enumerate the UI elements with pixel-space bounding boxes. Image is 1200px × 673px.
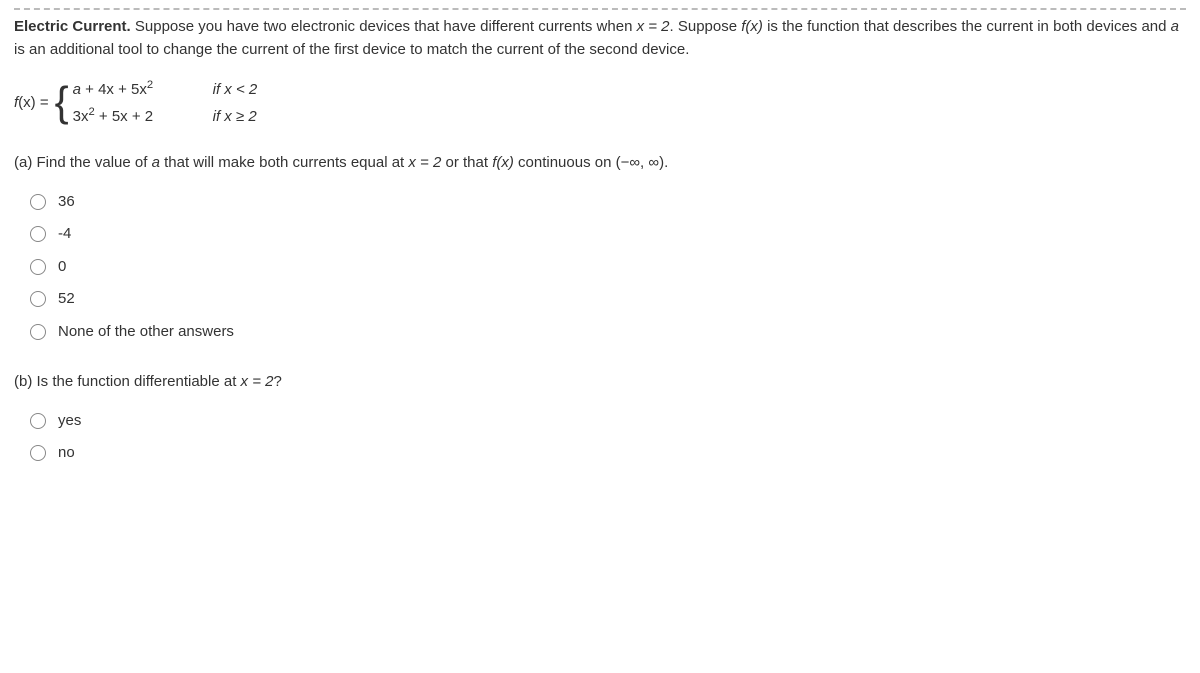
- radio-icon[interactable]: [30, 445, 46, 461]
- part-a-tail: continuous on (−∞, ∞).: [514, 154, 668, 171]
- case-1: a + 4x + 5x2 if x < 2: [73, 79, 258, 102]
- case-2-expr: 3x2 + 5x + 2: [73, 106, 213, 129]
- intro-text-2: . Suppose: [670, 18, 742, 35]
- option-a-1-label: -4: [58, 223, 71, 246]
- radio-icon[interactable]: [30, 226, 46, 242]
- radio-icon[interactable]: [30, 259, 46, 275]
- problem-container: Electric Current. Suppose you have two e…: [14, 8, 1186, 465]
- part-a-label: (a) Find the value of: [14, 154, 152, 171]
- part-a-a: a: [152, 154, 160, 171]
- radio-icon[interactable]: [30, 194, 46, 210]
- piecewise-function: f(x) = { a + 4x + 5x2 if x < 2 3x2 + 5x …: [14, 79, 1186, 128]
- part-b-xeq: x = 2: [241, 373, 274, 390]
- option-b-0[interactable]: yes: [30, 410, 1186, 433]
- option-a-4-label: None of the other answers: [58, 321, 234, 344]
- case-2-rest: + 5x + 2: [95, 108, 153, 125]
- case-1-exp: 2: [147, 79, 153, 91]
- radio-icon[interactable]: [30, 291, 46, 307]
- part-a-mid1: that will make both currents equal at: [160, 154, 408, 171]
- piecewise-x-eq: (x) =: [18, 94, 48, 111]
- brace-icon: {: [55, 85, 69, 119]
- part-a-xeq: x = 2: [408, 154, 441, 171]
- case-2-cond: if x ≥ 2: [213, 106, 257, 129]
- case-2-cond-op: ≥ 2: [232, 108, 257, 125]
- radio-icon[interactable]: [30, 324, 46, 340]
- intro-fx: f(x): [741, 18, 763, 35]
- part-b-options: yes no: [30, 410, 1186, 465]
- case-2-cond-pre: if x: [213, 108, 232, 125]
- option-b-0-label: yes: [58, 410, 81, 433]
- option-b-1[interactable]: no: [30, 442, 1186, 465]
- part-a-mid2: or that: [441, 154, 492, 171]
- intro-x-eq: x = 2: [637, 18, 670, 35]
- intro-text-1: Suppose you have two electronic devices …: [131, 18, 637, 35]
- part-b-question: (b) Is the function differentiable at x …: [14, 371, 1186, 394]
- option-a-2[interactable]: 0: [30, 256, 1186, 279]
- piecewise-lhs: f(x) =: [14, 92, 49, 115]
- intro-text-4: is an additional tool to change the curr…: [14, 41, 689, 58]
- case-1-rest: + 4x + 5x: [81, 81, 147, 98]
- option-a-0-label: 36: [58, 191, 75, 214]
- option-b-1-label: no: [58, 442, 75, 465]
- intro-text-3: is the function that describes the curre…: [763, 18, 1171, 35]
- intro-paragraph: Electric Current. Suppose you have two e…: [14, 16, 1186, 61]
- option-a-3-label: 52: [58, 288, 75, 311]
- option-a-3[interactable]: 52: [30, 288, 1186, 311]
- part-a-question: (a) Find the value of a that will make b…: [14, 152, 1186, 175]
- case-1-cond-op: < 2: [232, 81, 257, 98]
- part-a-options: 36 -4 0 52 None of the other answers: [30, 191, 1186, 344]
- case-2-pre: 3x: [73, 108, 89, 125]
- radio-icon[interactable]: [30, 413, 46, 429]
- part-a-fx: f(x): [492, 154, 514, 171]
- option-a-0[interactable]: 36: [30, 191, 1186, 214]
- part-b-label: (b) Is the function differentiable at: [14, 373, 241, 390]
- intro-title: Electric Current.: [14, 18, 131, 35]
- piecewise-cases: a + 4x + 5x2 if x < 2 3x2 + 5x + 2 if x …: [73, 79, 258, 128]
- case-1-expr: a + 4x + 5x2: [73, 79, 213, 102]
- option-a-4[interactable]: None of the other answers: [30, 321, 1186, 344]
- case-1-cond: if x < 2: [213, 79, 258, 102]
- intro-a: a: [1171, 18, 1179, 35]
- case-1-a: a: [73, 81, 81, 98]
- case-2: 3x2 + 5x + 2 if x ≥ 2: [73, 106, 258, 129]
- option-a-2-label: 0: [58, 256, 66, 279]
- part-b-tail: ?: [273, 373, 281, 390]
- option-a-1[interactable]: -4: [30, 223, 1186, 246]
- case-1-cond-pre: if x: [213, 81, 232, 98]
